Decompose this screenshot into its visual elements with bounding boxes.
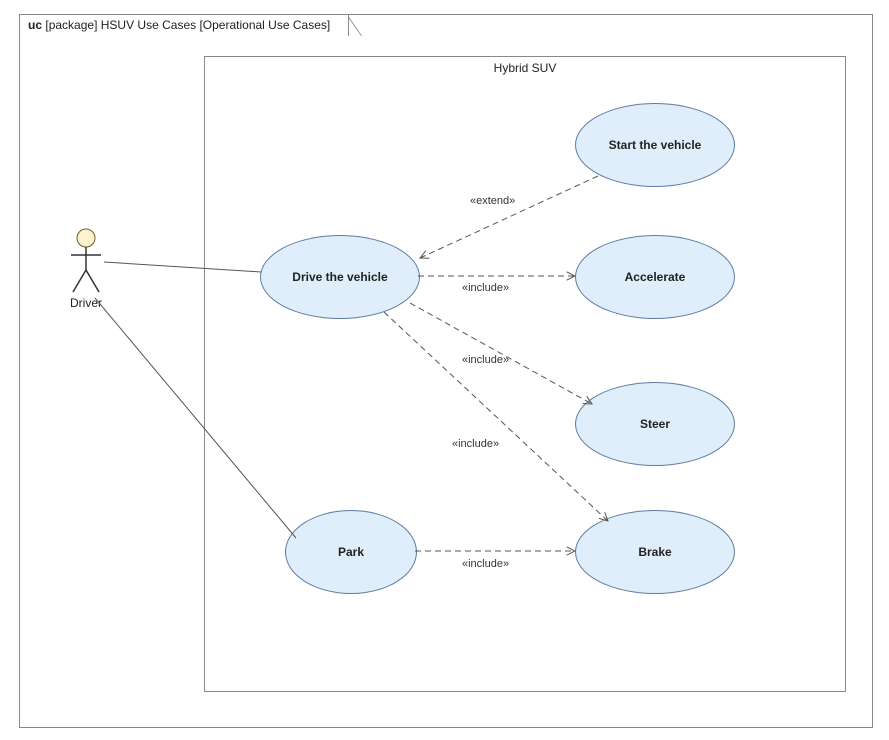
rel-include-drive-accel: «include» [460,282,511,294]
usecase-park: Park [285,510,417,594]
usecase-start: Start the vehicle [575,103,735,187]
actor-icon [67,228,105,294]
rel-extend-start-drive: «extend» [468,195,517,207]
subject-title: Hybrid SUV [205,61,845,75]
frame-tab-notch [349,14,365,36]
usecase-steer: Steer [575,382,735,466]
rel-include-park-brake: «include» [460,558,511,570]
usecase-brake: Brake [575,510,735,594]
usecase-accel: Accelerate [575,235,735,319]
rel-include-drive-brake: «include» [450,438,501,450]
diagram-stage: uc [package] HSUV Use Cases [Operational… [0,0,889,740]
frame-scope: [package] [45,18,97,32]
frame-kind: uc [28,18,42,32]
frame-title: HSUV Use Cases [101,18,196,32]
frame-title-tab: uc [package] HSUV Use Cases [Operational… [19,14,349,36]
actor-label: Driver [66,296,106,310]
rel-include-drive-steer: «include» [460,354,511,366]
usecase-drive: Drive the vehicle [260,235,420,319]
actor-driver: Driver [66,228,106,310]
frame-subtitle: [Operational Use Cases] [199,18,330,32]
subject-boundary: Hybrid SUV [204,56,846,692]
